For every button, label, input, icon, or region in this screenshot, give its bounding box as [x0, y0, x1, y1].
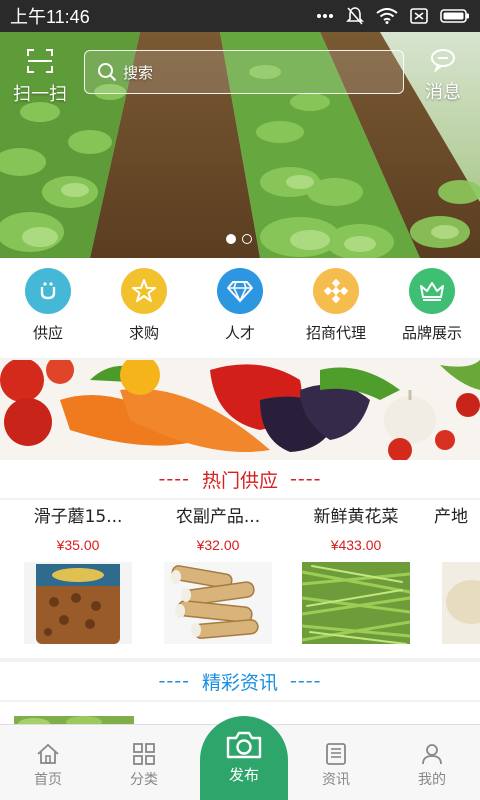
product-card[interactable]: 农副产品... ¥32.00: [158, 500, 278, 644]
product-image: [442, 562, 480, 644]
news-header: ---- 精彩资讯 ----: [0, 662, 480, 700]
category-label: 求购: [128, 324, 159, 342]
camera-icon: [226, 731, 262, 759]
carousel-indicator: [226, 234, 252, 244]
mute-bell-icon: [346, 7, 364, 25]
product-name: 新鲜黄花菜: [313, 507, 399, 527]
nav-category[interactable]: 分类: [96, 725, 192, 800]
product-price: ¥32.00: [196, 537, 240, 553]
product-image: [24, 562, 132, 644]
product-price: ¥35.00: [56, 537, 100, 553]
category-label: 人才: [224, 324, 255, 342]
battery-icon: [440, 9, 469, 23]
product-card[interactable]: 新鲜黄花菜 ¥433.00: [296, 500, 416, 644]
category-supply[interactable]: 供应: [0, 258, 96, 358]
diamond-icon: [217, 268, 263, 314]
publish-button[interactable]: 发布: [200, 716, 288, 800]
publish-label: 发布: [228, 766, 259, 784]
status-time: 上午11:46: [10, 7, 90, 27]
nav-label: 首页: [34, 772, 62, 788]
nav-label: 分类: [130, 772, 158, 788]
nav-home[interactable]: 首页: [0, 725, 96, 800]
nav-profile[interactable]: 我的: [384, 725, 480, 800]
search-placeholder: 搜索: [123, 63, 154, 82]
product-name: 滑子蘑15...: [33, 507, 123, 527]
category-label: 招商代理: [305, 324, 366, 342]
product-name: 产地: [434, 507, 468, 527]
scan-label: 扫一扫: [13, 84, 67, 105]
hot-supply-list: 滑子蘑15... ¥35.00 农副产品... ¥32.00 新鲜黄花菜 ¥43…: [0, 500, 480, 658]
supply-icon: [25, 268, 71, 314]
status-icons: [316, 6, 470, 26]
grid-dots-icon: [313, 268, 359, 314]
scan-icon: [27, 49, 53, 73]
crown-icon: [409, 268, 455, 314]
search-input[interactable]: 搜索: [84, 50, 404, 94]
product-card[interactable]: 滑子蘑15... ¥35.00: [18, 500, 138, 644]
category-brand[interactable]: 品牌展示: [384, 258, 480, 358]
status-bar: 上午11:46: [0, 0, 480, 32]
category-nav: 供应 求购 人才 招商代理 品牌展示: [0, 258, 480, 358]
category-label: 品牌展示: [401, 324, 462, 342]
category-label: 供应: [32, 324, 63, 342]
sim-icon: [410, 8, 428, 24]
home-icon: [37, 743, 59, 764]
product-price: [434, 534, 480, 556]
more-dots-icon: [317, 14, 333, 18]
category-purchase[interactable]: 求购: [96, 258, 192, 358]
header-dash: ----: [158, 468, 190, 490]
header-dash: ----: [290, 670, 322, 692]
user-icon: [422, 744, 442, 765]
product-image: [164, 562, 272, 644]
grid-icon: [133, 743, 155, 765]
message-button[interactable]: 消息: [412, 48, 474, 104]
product-card[interactable]: 产地: [434, 500, 480, 644]
nav-label: 资讯: [322, 772, 350, 788]
nav-label: 我的: [418, 772, 446, 788]
vegetables-image: [0, 360, 480, 460]
carousel-dot[interactable]: [242, 234, 252, 244]
category-agency[interactable]: 招商代理: [288, 258, 384, 358]
wifi-icon: [376, 8, 398, 24]
news-icon: [326, 743, 346, 765]
vegetable-promo-banner[interactable]: [0, 360, 480, 460]
carousel-dot[interactable]: [226, 234, 236, 244]
product-name: 农副产品...: [175, 507, 261, 527]
hero-banner[interactable]: 扫一扫 搜索 消息: [0, 32, 480, 258]
search-icon: [98, 63, 117, 82]
hot-supply-title: 热门供应: [201, 469, 278, 492]
product-image: [302, 562, 410, 644]
scan-button[interactable]: 扫一扫: [8, 48, 72, 106]
nav-news[interactable]: 资讯: [288, 725, 384, 800]
header-dash: ----: [290, 468, 322, 490]
message-icon: [431, 49, 455, 73]
message-label: 消息: [425, 82, 461, 103]
category-talent[interactable]: 人才: [192, 258, 288, 358]
header-dash: ----: [158, 670, 190, 692]
news-title: 精彩资讯: [201, 671, 278, 694]
hot-supply-header: ---- 热门供应 ----: [0, 460, 480, 498]
star-icon: [121, 268, 167, 314]
product-price: ¥433.00: [330, 537, 382, 553]
